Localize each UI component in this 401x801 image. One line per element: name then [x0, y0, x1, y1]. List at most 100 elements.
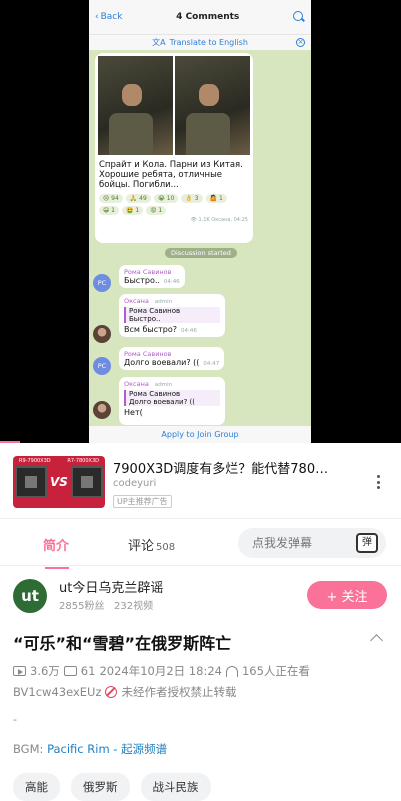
tab-intro[interactable]: 简介	[43, 535, 70, 569]
uploader-row: ut ut今日乌克兰辟谣 2855粉丝 232视频 + 关注	[0, 566, 401, 628]
no-repost-icon	[105, 686, 118, 698]
ad-title[interactable]: 7900X3D调度有多烂？能代替780…	[113, 458, 328, 477]
channel-post: Спрайт и Кола. Парни из Китая. Хорошие р…	[95, 53, 253, 243]
avatar	[93, 325, 111, 343]
tag[interactable]: 战斗民族	[140, 773, 211, 801]
video-meta: 3.6万 61 2024年10月2日 18:24 165人正在看	[13, 663, 310, 679]
danmaku-count-icon	[63, 666, 77, 676]
bv-line: BV1cw43exEUz 未经作者授权禁止转载	[13, 684, 236, 700]
reply-quote: Рома Савинов Быстро..	[124, 307, 220, 323]
telegram-screenshot: ‹ Back 4 Comments 文A Translate to Englis…	[89, 0, 311, 443]
vs-label: VS	[50, 475, 68, 489]
chat-message: Оксана admin Рома Савинов Быстро.. Всм бы…	[119, 294, 225, 337]
copyright-notice: 未经作者授权禁止转载	[121, 685, 237, 699]
quote-text: Долго воевали? ((	[129, 398, 195, 406]
tag[interactable]: 俄罗斯	[71, 773, 130, 801]
follow-button[interactable]: + 关注	[307, 581, 387, 609]
uploader-name[interactable]: ut今日乌克兰辟谣	[59, 577, 163, 596]
message-time: 04:47	[203, 361, 220, 367]
chat-message: Рома Савинов Быстро.. 04:46	[119, 265, 185, 288]
quote-name: Рома Савинов	[129, 307, 181, 315]
video-description: -	[13, 713, 17, 726]
chevron-up-icon[interactable]	[370, 634, 383, 647]
back-label: Back	[100, 12, 123, 22]
translate-label: Translate to English	[169, 38, 248, 47]
message-time: 04:46	[163, 279, 180, 285]
avatar	[93, 401, 111, 419]
translate-bar: 文A Translate to English ×	[89, 34, 311, 50]
reaction: 😭 10	[153, 194, 179, 203]
soldier-photo	[98, 56, 173, 155]
reaction: 🙏 49	[125, 194, 151, 203]
video-title: “可乐”和“雪碧”在俄罗斯阵亡	[13, 634, 232, 653]
reaction: 👌 3	[181, 194, 203, 203]
reaction: 🤮 1	[121, 206, 144, 215]
more-icon[interactable]	[376, 475, 380, 489]
thumb-label: R7-7800X3D	[67, 458, 99, 464]
sender-name: Оксана	[124, 297, 149, 305]
avatar[interactable]: ut	[13, 579, 47, 613]
bvid: BV1cw43exEUz	[13, 685, 102, 699]
bgm-label: BGM:	[13, 742, 44, 756]
back-button: ‹ Back	[95, 12, 123, 22]
danmaku-input[interactable]: 点我发弹幕 弹	[238, 528, 386, 558]
translate-icon: 文A	[152, 38, 166, 47]
sender-name: Оксана	[124, 380, 149, 388]
reaction: 🤷 1	[205, 194, 227, 203]
chat-message: Оксана admin Рома Савинов Долго воевали? …	[119, 377, 225, 425]
danmaku-count: 61	[80, 664, 96, 678]
comment-count: 508	[156, 542, 176, 553]
video-player[interactable]: ‹ Back 4 Comments 文A Translate to Englis…	[0, 0, 401, 443]
bgm-line: BGM: Pacific Rim - 起源频谱	[13, 741, 167, 757]
fans-count: 2855粉丝	[59, 601, 105, 612]
admin-badge: admin	[154, 382, 173, 388]
ad-author: codeyuri	[113, 478, 157, 489]
chat-message: Рома Савинов Долго воевали? ((04:47	[119, 347, 225, 370]
reactions: 😢 94 🙏 49 😭 10 👌 3 🤷 1 😁 1 🤮 1 😡 1	[95, 192, 253, 217]
play-count-icon	[13, 666, 26, 676]
search-icon	[293, 11, 305, 23]
publish-date: 2024年10月2日 18:24	[99, 664, 222, 678]
tag-list: 高能 俄罗斯 战斗民族	[13, 773, 211, 801]
telegram-header: ‹ Back 4 Comments	[89, 0, 311, 34]
message-time: 04:46	[181, 328, 197, 334]
cpu-chip-image	[71, 466, 104, 498]
join-group-bar: Apply to Join Group	[89, 425, 311, 443]
bgm-song-link[interactable]: Pacific Rim - 起源频谱	[47, 742, 167, 756]
danmaku-toggle-icon[interactable]: 弹	[356, 533, 378, 553]
message-text: Долго воевали? ((	[124, 358, 200, 367]
tab-comments[interactable]: 评论 508	[128, 535, 175, 554]
reaction: 😡 1	[146, 206, 167, 215]
sender-name: Рома Савинов	[124, 268, 172, 276]
uploader-stats: 2855粉丝 232视频	[59, 597, 153, 612]
soldier-photo	[175, 56, 250, 155]
sender-name: Рома Савинов	[124, 350, 172, 358]
message-text: Нет(	[124, 408, 143, 417]
ad-thumbnail[interactable]: R9-7900X3D R7-7800X3D VS	[13, 456, 105, 508]
danmaku-placeholder: 点我发弹幕	[252, 536, 313, 550]
reaction: 😢 94	[99, 194, 123, 203]
message-text: Всм быстро?	[124, 325, 177, 334]
admin-badge: admin	[154, 299, 173, 305]
quote-text: Быстро..	[129, 315, 161, 323]
reaction: 😁 1	[99, 206, 119, 215]
post-text: Спрайт и Кола. Парни из Китая. Хорошие р…	[99, 160, 243, 190]
post-footer: 👁 1.1K Оксана, 04:25	[190, 217, 248, 223]
ad-card[interactable]: R9-7900X3D R7-7800X3D VS 7900X3D调度有多烂？能代…	[0, 443, 401, 519]
close-icon: ×	[296, 38, 305, 47]
play-count: 3.6万	[30, 664, 60, 678]
quote-name: Рома Савинов	[129, 390, 181, 398]
system-message: Discussion started	[165, 248, 237, 258]
ad-badge: UP主推荐广告	[113, 495, 172, 508]
headphones-icon	[225, 665, 238, 677]
avatar: PC	[93, 357, 111, 375]
watching-count: 165人正在看	[241, 664, 310, 678]
tab-comments-label: 评论	[128, 539, 155, 554]
thumb-label: R9-7900X3D	[19, 458, 51, 464]
tag[interactable]: 高能	[13, 773, 60, 801]
cpu-chip-image	[14, 466, 47, 498]
reply-quote: Рома Савинов Долго воевали? ((	[124, 390, 220, 406]
avatar: PC	[93, 274, 111, 292]
message-text: Быстро..	[124, 276, 160, 285]
video-count: 232视频	[114, 601, 154, 612]
